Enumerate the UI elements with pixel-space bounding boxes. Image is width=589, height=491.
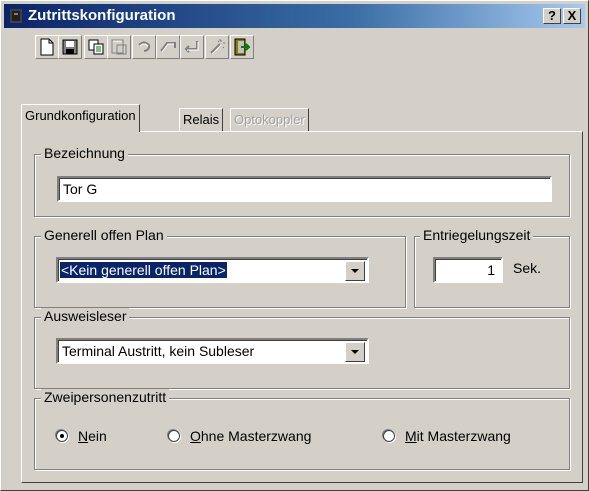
undo-icon	[138, 41, 151, 52]
paste-button	[107, 35, 131, 59]
ausweisleser-value: Terminal Austritt, kein Subleser	[62, 343, 255, 359]
tab-panel: Bezeichnung Tor G Generell offen Plan <K…	[21, 131, 583, 483]
redo-button	[156, 35, 180, 59]
return-icon	[184, 41, 199, 53]
exit-icon	[234, 38, 251, 56]
ausweisleser-group: Ausweisleser Terminal Austritt, kein Sub…	[34, 308, 570, 389]
dropdown-button[interactable]	[345, 261, 365, 281]
tab-label: Optokoppler	[234, 112, 305, 127]
chevron-down-icon	[351, 268, 359, 273]
tab-label: Relais	[183, 112, 220, 127]
new-button[interactable]	[35, 35, 59, 59]
bezeichnung-input[interactable]: Tor G	[57, 176, 552, 202]
radio-dot	[60, 434, 64, 438]
tab-grundkonfiguration[interactable]: Grundkonfiguration	[21, 104, 140, 132]
tab-relais[interactable]: Relais	[179, 108, 224, 132]
generell-offen-plan-legend: Generell offen Plan	[41, 227, 167, 243]
generell-offen-plan-group: Generell offen Plan <Kein generell offen…	[34, 227, 406, 308]
tab-label: Grundkonfiguration	[25, 108, 136, 123]
radio-circle	[56, 430, 68, 442]
return-button	[180, 35, 204, 59]
entriegelungszeit-unit: Sek.	[513, 260, 542, 276]
help-button[interactable]: ?	[543, 8, 561, 24]
radio-circle	[383, 430, 395, 442]
dialog-window: Zutrittskonfiguration ? X Grundkonfigura…	[0, 0, 589, 491]
zweipersonenzutritt-legend: Zweipersonenzutritt	[41, 389, 170, 405]
radio-mit-masterzwang[interactable]: Mit Masterzwang	[383, 426, 511, 446]
bezeichnung-group: Bezeichnung Tor G	[34, 145, 570, 217]
window-title: Zutrittskonfiguration	[28, 7, 176, 24]
wand-button	[205, 35, 229, 59]
bezeichnung-legend: Bezeichnung	[41, 145, 128, 161]
new-icon	[40, 38, 54, 56]
tab-optokoppler: Optokoppler	[230, 108, 309, 132]
radio-mit-masterzwang-label: Mit Masterzwang	[405, 428, 511, 444]
radio-ohne-masterzwang[interactable]: Ohne Masterzwang	[168, 426, 311, 446]
radio-circle	[168, 430, 180, 442]
title-bar[interactable]: Zutrittskonfiguration ? X	[4, 4, 585, 28]
close-button[interactable]: X	[563, 8, 581, 24]
undo-button	[132, 35, 156, 59]
copy-button[interactable]	[84, 35, 108, 59]
save-icon	[62, 39, 78, 55]
radio-nein[interactable]: Nein	[56, 426, 107, 446]
save-button[interactable]	[58, 35, 82, 59]
entriegelungszeit-legend: Entriegelungszeit	[420, 227, 534, 243]
ausweisleser-select[interactable]: Terminal Austritt, kein Subleser	[56, 338, 369, 364]
zweipersonenzutritt-group: Zweipersonenzutritt Nein Ohne Masterzwan…	[34, 389, 570, 470]
entriegelungszeit-group: Entriegelungszeit 1 Sek.	[414, 227, 570, 308]
redo-icon	[160, 42, 176, 53]
wand-icon	[210, 39, 225, 55]
paste-icon	[111, 39, 127, 55]
chevron-down-icon	[351, 349, 359, 354]
dropdown-button[interactable]	[345, 342, 365, 362]
entriegelungszeit-input[interactable]: 1	[433, 257, 503, 283]
radio-ohne-masterzwang-label: Ohne Masterzwang	[190, 428, 312, 444]
app-icon	[10, 9, 22, 23]
generell-offen-plan-select[interactable]: <Kein generell offen Plan>	[56, 257, 369, 283]
generell-offen-plan-value: <Kein generell offen Plan>	[60, 262, 227, 278]
radio-nein-label: Nein	[78, 428, 107, 444]
ausweisleser-legend: Ausweisleser	[41, 308, 130, 324]
exit-button[interactable]	[230, 35, 254, 59]
copy-icon	[88, 39, 104, 55]
